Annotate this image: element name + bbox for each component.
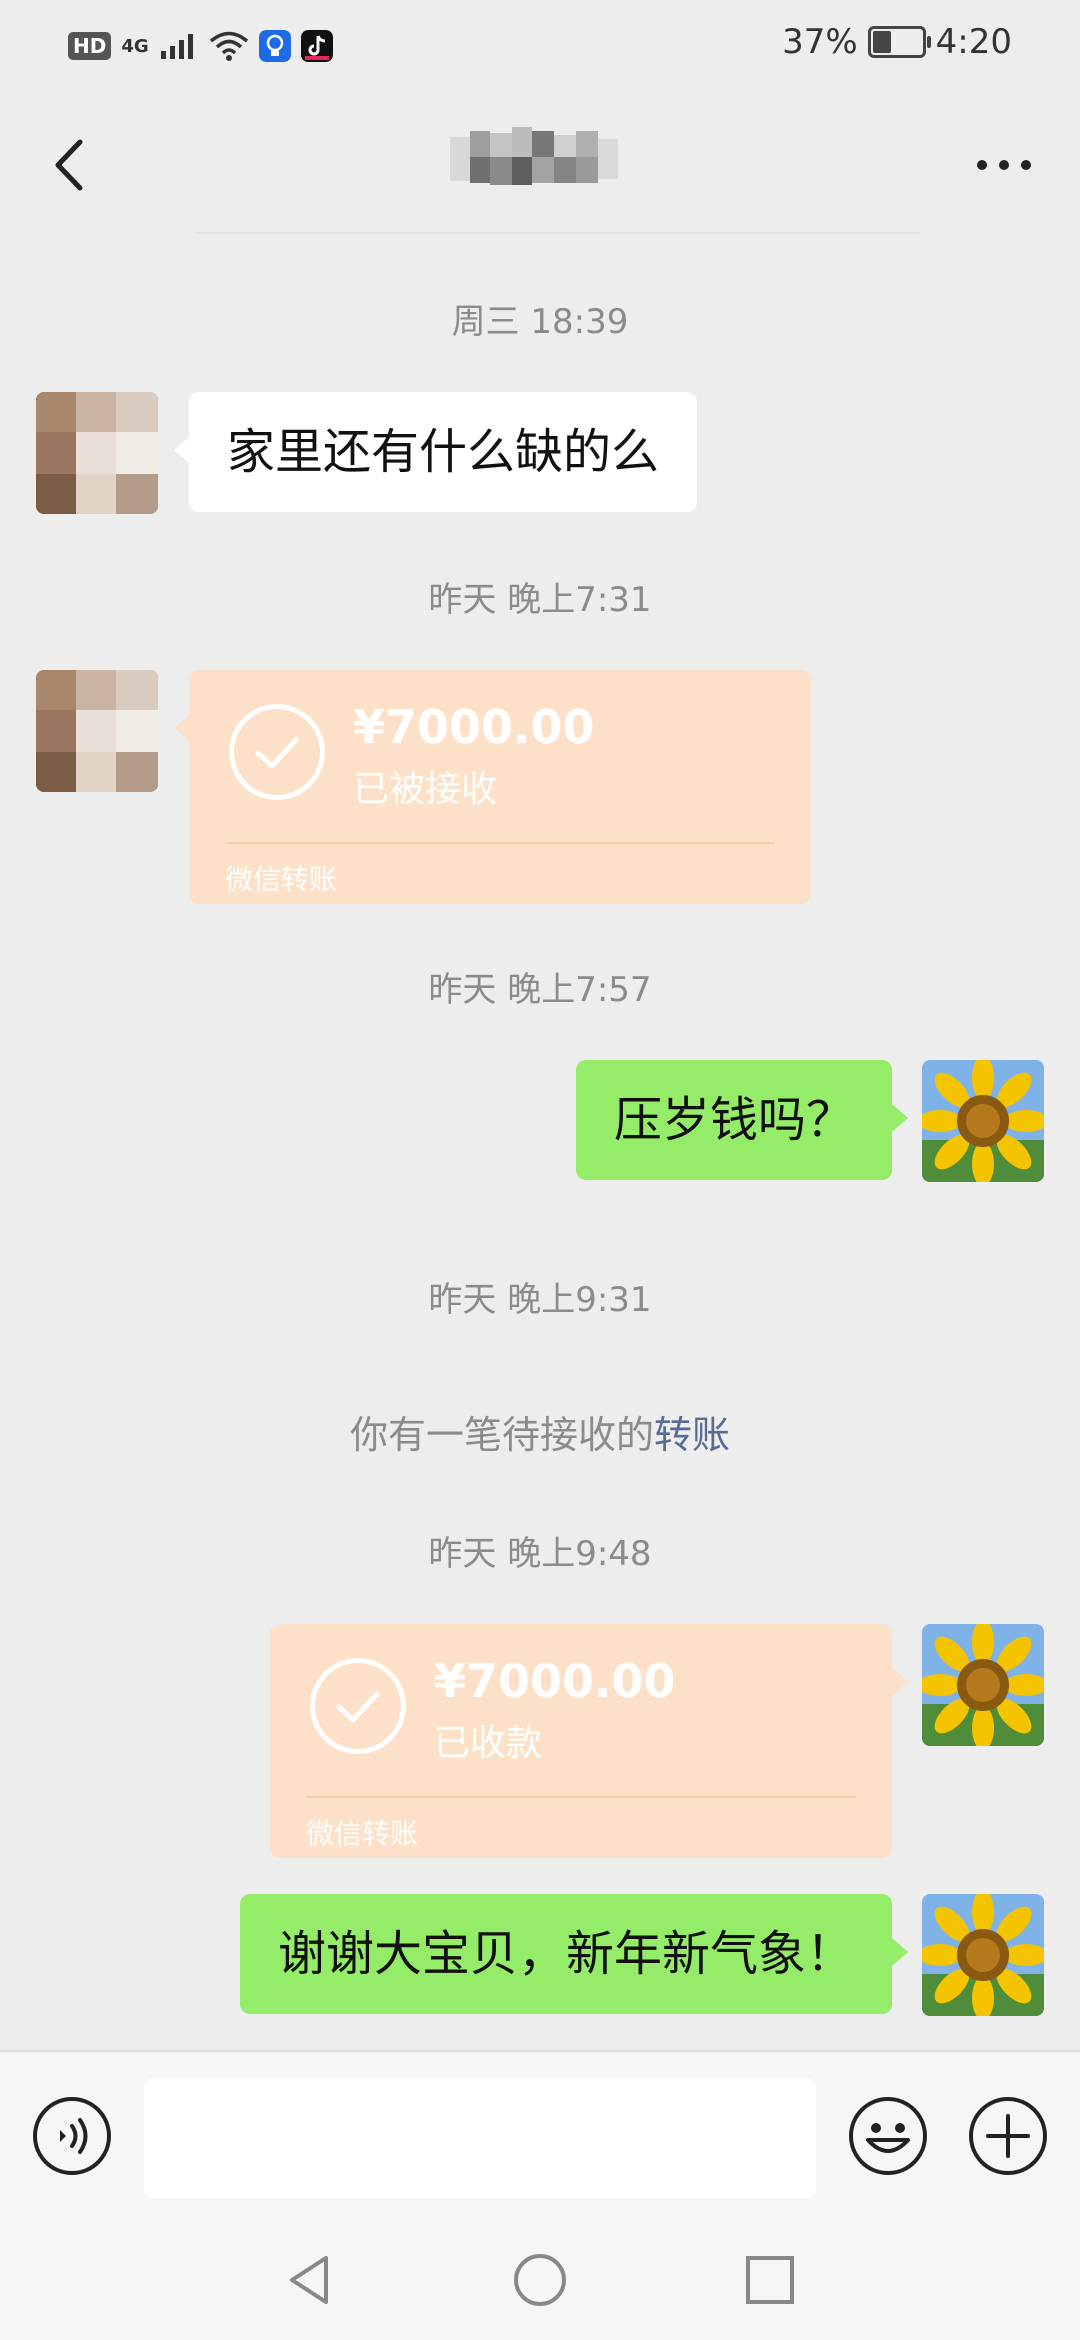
nav-home-icon[interactable] <box>510 2250 570 2310</box>
contact-avatar[interactable] <box>36 670 158 792</box>
timestamp: 昨天 晚上9:48 <box>428 1534 652 1574</box>
transfer-link[interactable]: 转账 <box>654 1413 730 1457</box>
status-right: 37% 4:20 <box>782 22 1012 62</box>
signal-icon <box>160 34 193 59</box>
transfer-amount: ¥7000.00 <box>434 1654 676 1708</box>
system-nav-bar <box>0 2210 1080 2340</box>
nav-back-icon[interactable] <box>280 2250 340 2310</box>
transfer-status: 已收款 <box>434 1723 543 1764</box>
bubble-tail <box>892 1104 908 1132</box>
chat-header <box>0 90 1080 234</box>
timestamp: 昨天 晚上7:57 <box>428 970 652 1010</box>
message-bubble-sent[interactable]: 压岁钱吗？ <box>575 1060 892 1180</box>
transfer-card-received[interactable]: ¥7000.00 已被接收 微信转账 <box>189 670 811 904</box>
message-bubble-sent[interactable]: 谢谢大宝贝，新年新气象！ <box>239 1894 892 2014</box>
hd-badge: HD <box>68 32 112 60</box>
transfer-divider <box>306 1796 856 1798</box>
my-avatar-sunflower[interactable] <box>922 1624 1044 1746</box>
notice-text: 你有一笔待接收的 <box>349 1413 654 1457</box>
tiktok-app-icon <box>300 30 333 62</box>
more-dots-icon[interactable] <box>964 130 1044 200</box>
bubble-tail <box>892 1668 908 1696</box>
bubble-tail <box>892 1938 908 1966</box>
transfer-card-sent[interactable]: ¥7000.00 已收款 微信转账 <box>270 1624 892 1858</box>
battery-icon <box>867 26 931 58</box>
timestamp: 周三 18:39 <box>451 302 629 342</box>
timestamp: 昨天 晚上9:31 <box>428 1280 652 1320</box>
emoji-icon[interactable] <box>848 2096 928 2176</box>
battery-percent: 37% <box>782 22 858 62</box>
nav-recents-icon[interactable] <box>740 2250 800 2310</box>
check-circle-icon <box>310 1658 406 1754</box>
status-bar: HD 4G 37% 4:20 <box>0 0 1080 90</box>
wifi-icon <box>209 31 248 61</box>
bubble-tail <box>174 436 190 464</box>
contact-avatar[interactable] <box>36 392 158 514</box>
header-divider <box>195 232 920 234</box>
voice-icon[interactable] <box>32 2096 112 2176</box>
contact-name-blurred <box>450 127 618 185</box>
plus-icon[interactable] <box>968 2096 1048 2176</box>
message-bubble-received[interactable]: 家里还有什么缺的么 <box>189 392 698 512</box>
input-bar <box>0 2050 1080 2212</box>
my-avatar-sunflower[interactable] <box>922 1894 1044 2016</box>
transfer-footer: 微信转账 <box>225 863 338 896</box>
transfer-status: 已被接收 <box>353 769 498 810</box>
transfer-divider <box>225 842 775 844</box>
bulb-app-icon <box>258 30 291 62</box>
bubble-tail <box>174 714 190 742</box>
chevron-left-icon[interactable] <box>36 130 106 200</box>
check-circle-icon <box>229 704 325 800</box>
clock: 4:20 <box>935 22 1012 62</box>
message-input[interactable] <box>144 2078 816 2198</box>
status-left: HD 4G <box>68 26 333 66</box>
my-avatar-sunflower[interactable] <box>922 1060 1044 1182</box>
network-type: 4G <box>121 35 149 57</box>
timestamp: 昨天 晚上7:31 <box>428 580 652 620</box>
transfer-amount: ¥7000.00 <box>353 700 595 754</box>
transfer-footer: 微信转账 <box>306 1817 419 1850</box>
system-notice: 你有一笔待接收的转账 <box>0 1404 1080 1459</box>
